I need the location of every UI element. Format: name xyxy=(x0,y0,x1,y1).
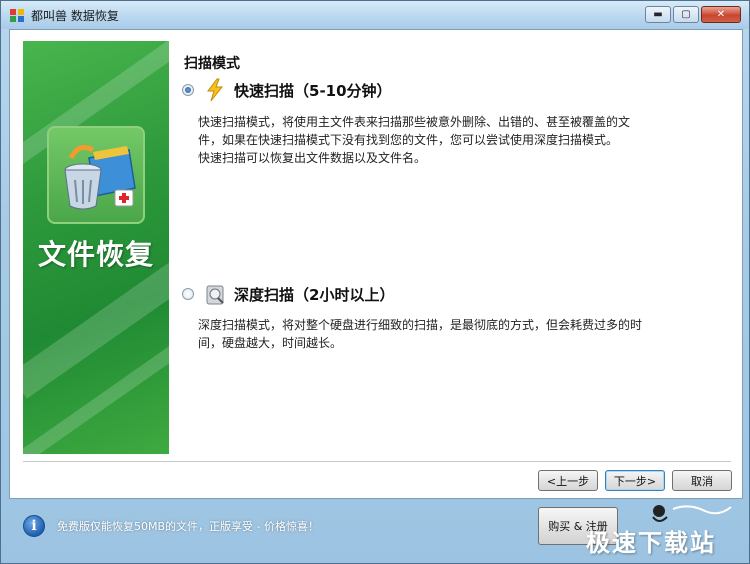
next-button[interactable]: 下一步> xyxy=(605,470,665,491)
section-title: 扫描模式 xyxy=(184,56,240,72)
banner-title: 文件恢复 xyxy=(37,238,154,271)
maximize-button[interactable]: ▢ xyxy=(673,6,699,23)
wizard-panel: 文件恢复 扫描模式 快速扫描（5-10分钟） 快速扫描模式，将使用主文件表来扫描… xyxy=(9,29,743,499)
close-button[interactable]: ✕ xyxy=(701,6,741,23)
quick-scan-option[interactable]: 快速扫描（5-10分钟） xyxy=(182,78,392,102)
lightning-icon xyxy=(207,78,224,102)
quick-scan-label: 快速扫描（5-10分钟） xyxy=(234,81,392,100)
app-logo-icon xyxy=(10,9,24,22)
file-recovery-logo xyxy=(47,126,145,224)
license-notice: i 免费版仅能恢复50MB的文件，正版享受 - 价格惊喜！ xyxy=(23,515,319,537)
side-banner: 文件恢复 xyxy=(23,41,169,454)
deep-scan-label: 深度扫描（2小时以上） xyxy=(234,285,395,304)
quick-scan-description: 快速扫描模式，将使用主文件表来扫描那些被意外删除、出错的、甚至被覆盖的文 件，如… xyxy=(198,115,631,165)
license-notice-text: 免费版仅能恢复50MB的文件，正版享受 - 价格惊喜！ xyxy=(57,520,319,533)
divider xyxy=(23,461,731,462)
magnifier-disk-icon xyxy=(206,285,224,305)
deep-scan-option[interactable]: 深度扫描（2小时以上） xyxy=(182,282,394,306)
window-title: 都叫兽 数据恢复 xyxy=(31,8,119,23)
recycle-bin-icon xyxy=(64,144,136,210)
prev-button[interactable]: <上一步 xyxy=(538,470,598,491)
minimize-button[interactable]: ▬ xyxy=(645,6,671,23)
deep-scan-description: 深度扫描模式，将对整个硬盘进行细致的扫描，是最彻底的方式，但会耗费过多的时 间，… xyxy=(198,318,643,350)
quick-scan-radio[interactable] xyxy=(182,84,194,96)
window-controls: ▬ ▢ ✕ xyxy=(645,6,741,23)
title-bar[interactable]: 都叫兽 数据恢复 ▬ ▢ ✕ xyxy=(1,1,749,29)
info-icon: i xyxy=(23,515,45,537)
deep-scan-radio[interactable] xyxy=(182,288,194,300)
app-window: 都叫兽 数据恢复 ▬ ▢ ✕ 文件恢复 扫描模式 快速扫描（5-10分钟） 快速… xyxy=(0,0,750,564)
cancel-button[interactable]: 取消 xyxy=(672,470,732,491)
watermark-text: 极速下载站 xyxy=(586,529,716,557)
